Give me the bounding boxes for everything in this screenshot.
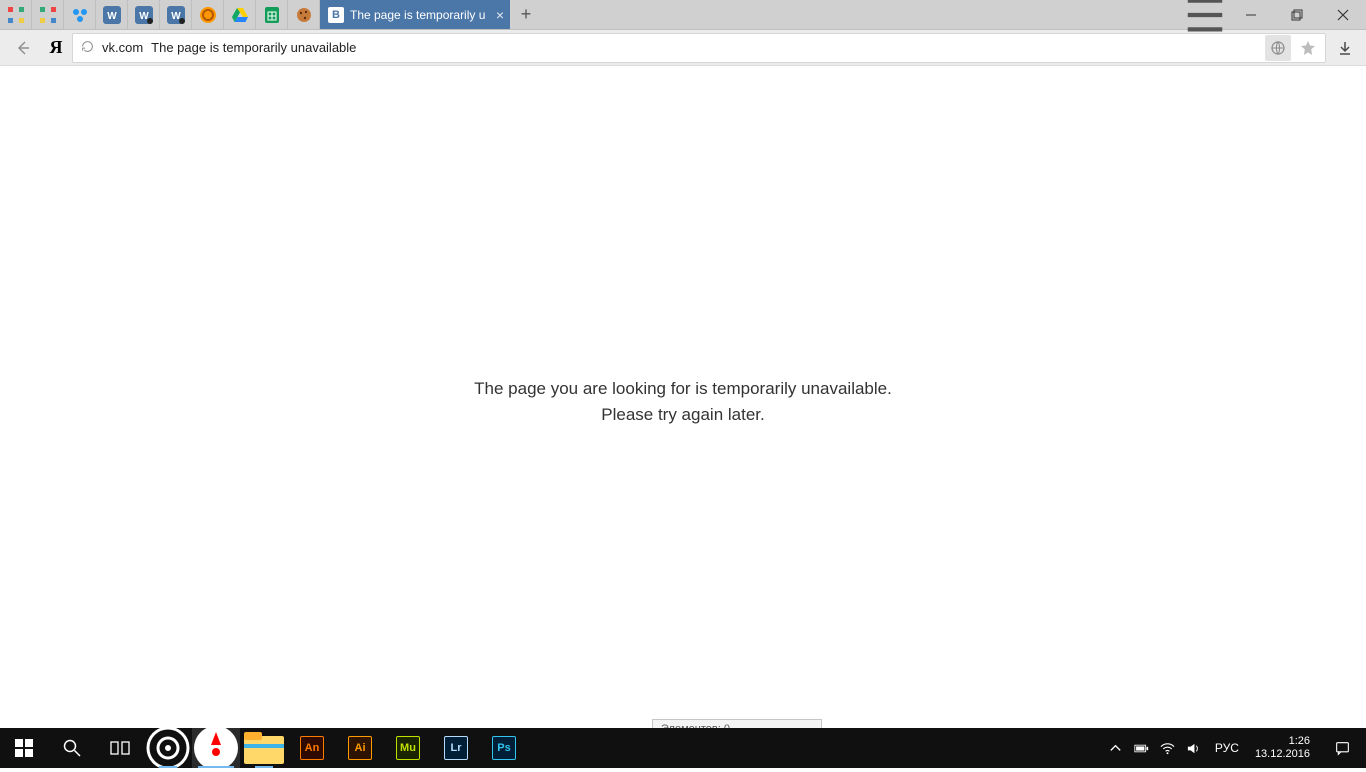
google-drive-icon: [231, 6, 249, 24]
error-message: The page you are looking for is temporar…: [474, 376, 892, 427]
url-domain: vk.com: [102, 40, 143, 55]
hamburger-icon: [1182, 0, 1228, 38]
taskbar-app-muse[interactable]: Mu: [384, 728, 432, 768]
restore-icon: [1291, 9, 1303, 21]
search-button[interactable]: [48, 728, 96, 768]
windows-logo-icon: [14, 738, 34, 758]
protect-badge[interactable]: [1265, 35, 1291, 61]
browser-menu-button[interactable]: [1182, 0, 1228, 29]
adobe-ai-icon: Ai: [348, 736, 372, 760]
pinned-tab-cookie[interactable]: [288, 0, 320, 30]
taskbar-app-explorer[interactable]: [240, 728, 288, 768]
taskbar-app-yandex-browser[interactable]: [192, 728, 240, 768]
star-icon: [1300, 40, 1316, 56]
globe-shield-icon: [1270, 40, 1286, 56]
tray-wifi[interactable]: [1157, 728, 1179, 768]
adobe-an-icon: An: [300, 736, 324, 760]
pinned-tab-drive[interactable]: [224, 0, 256, 30]
pinned-tab-vk-3[interactable]: W: [160, 0, 192, 30]
vk-icon: W: [135, 6, 153, 24]
close-button[interactable]: [1320, 0, 1366, 29]
search-icon: [62, 738, 82, 758]
task-view-button[interactable]: [96, 728, 144, 768]
tray-date: 13.12.2016: [1255, 748, 1310, 761]
pinned-tab-3[interactable]: [64, 0, 96, 30]
address-bar[interactable]: vk.com The page is temporarily unavailab…: [72, 33, 1326, 63]
tray-chevron[interactable]: [1105, 728, 1127, 768]
google-sheets-icon: [263, 6, 281, 24]
tray-time: 1:26: [1255, 735, 1310, 748]
colorful-squares-icon: [7, 6, 25, 24]
notification-icon: [1335, 741, 1350, 756]
taskbar-app-lightroom[interactable]: Lr: [432, 728, 480, 768]
browser-toolbar: Я vk.com The page is temporarily unavail…: [0, 30, 1366, 66]
pinned-tab-sheets[interactable]: [256, 0, 288, 30]
speaker-icon: [1186, 741, 1201, 756]
reload-button[interactable]: [81, 40, 94, 56]
vk-icon: W: [167, 6, 185, 24]
pinned-tab-vk-1[interactable]: W: [96, 0, 128, 30]
error-line-2: Please try again later.: [474, 402, 892, 428]
maximize-button[interactable]: [1274, 0, 1320, 29]
tray-language[interactable]: РУС: [1209, 741, 1245, 755]
reload-icon: [81, 40, 94, 53]
close-icon: [1337, 9, 1349, 21]
error-line-1: The page you are looking for is temporar…: [474, 376, 892, 402]
battery-icon: [1134, 741, 1149, 756]
windows-taskbar: An Ai Mu Lr Ps РУС 1:26 13.12.2016: [0, 728, 1366, 768]
colorful-squares2-icon: [39, 6, 57, 24]
tab-close-icon[interactable]: ×: [496, 8, 504, 22]
tray-clock[interactable]: 1:26 13.12.2016: [1249, 735, 1318, 761]
download-icon: [1337, 40, 1353, 56]
window-controls: [1228, 0, 1366, 29]
page-viewport: The page you are looking for is temporar…: [0, 66, 1366, 728]
taskbar-app-music[interactable]: [144, 728, 192, 768]
downloads-button[interactable]: [1330, 40, 1360, 56]
svg-text:W: W: [107, 11, 117, 22]
pinned-tab-vk-2[interactable]: W: [128, 0, 160, 30]
wifi-icon: [1160, 741, 1175, 756]
pinned-tab-2[interactable]: [32, 0, 64, 30]
spiral-icon: [199, 6, 217, 24]
url-title: The page is temporarily unavailable: [151, 40, 356, 55]
cookie-icon: [295, 6, 313, 24]
taskbar-app-animate[interactable]: An: [288, 728, 336, 768]
yandex-browser-icon: [192, 724, 240, 772]
vk-favicon-icon: B: [328, 7, 344, 23]
tray-volume[interactable]: [1183, 728, 1205, 768]
active-tab[interactable]: B The page is temporarily u ×: [320, 0, 510, 29]
adobe-lr-icon: Lr: [444, 736, 468, 760]
browser-tab-strip: W W W B The page is temporarily u × +: [0, 0, 1366, 30]
file-explorer-icon: [240, 724, 288, 772]
vk-icon: W: [103, 6, 121, 24]
bookmark-button[interactable]: [1295, 35, 1321, 61]
back-button[interactable]: [6, 33, 40, 63]
pinned-tab-spiral[interactable]: [192, 0, 224, 30]
start-button[interactable]: [0, 728, 48, 768]
tray-battery[interactable]: [1131, 728, 1153, 768]
tab-title: The page is temporarily u: [350, 8, 490, 22]
arrow-left-icon: [15, 40, 31, 56]
minimize-button[interactable]: [1228, 0, 1274, 29]
system-tray: РУС 1:26 13.12.2016: [1101, 728, 1366, 768]
task-view-icon: [110, 738, 130, 758]
chevron-up-icon: [1108, 741, 1123, 756]
adobe-ps-icon: Ps: [492, 736, 516, 760]
taskbar-app-photoshop[interactable]: Ps: [480, 728, 528, 768]
new-tab-button[interactable]: +: [510, 0, 542, 29]
yandex-logo-button[interactable]: Я: [44, 36, 68, 60]
adobe-mu-icon: Mu: [396, 736, 420, 760]
pinned-tab-1[interactable]: [0, 0, 32, 30]
three-dots-icon: [71, 6, 89, 24]
taskbar-app-illustrator[interactable]: Ai: [336, 728, 384, 768]
minimize-icon: [1245, 9, 1257, 21]
action-center-button[interactable]: [1322, 728, 1362, 768]
target-icon: [144, 724, 192, 772]
